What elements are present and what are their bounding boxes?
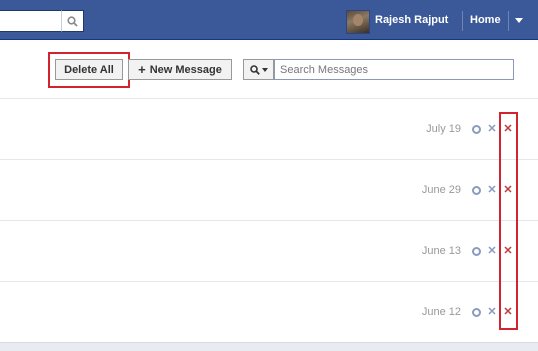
message-date: June 29 [421, 184, 461, 196]
list-divider [0, 159, 538, 160]
list-divider [0, 98, 538, 99]
top-navigation-bar: Rajesh Rajput Home [0, 0, 538, 40]
highlight-delete-column [499, 112, 518, 330]
list-divider [0, 281, 538, 282]
new-message-label: New Message [149, 63, 222, 76]
mark-read-icon[interactable] [472, 125, 481, 134]
account-menu-arrow-icon[interactable] [515, 18, 523, 23]
archive-icon[interactable]: ✕ [487, 246, 497, 257]
nav-divider [508, 11, 509, 31]
highlight-delete-all [48, 52, 130, 88]
search-icon [67, 15, 78, 27]
mark-read-icon[interactable] [472, 186, 481, 195]
search-icon [249, 64, 260, 75]
list-divider [0, 220, 538, 221]
search-button[interactable] [61, 10, 84, 32]
archive-icon[interactable]: ✕ [487, 124, 497, 135]
nav-divider [462, 11, 463, 31]
archive-icon[interactable]: ✕ [487, 307, 497, 318]
search-filter-dropdown[interactable] [243, 59, 274, 80]
message-date: July 19 [426, 123, 461, 135]
global-search-input[interactable] [0, 10, 62, 32]
home-link[interactable]: Home [470, 14, 501, 26]
plus-icon: + [138, 62, 146, 77]
chevron-down-icon [261, 67, 268, 72]
avatar[interactable] [346, 10, 370, 34]
archive-icon[interactable]: ✕ [487, 185, 497, 196]
mark-read-icon[interactable] [472, 247, 481, 256]
new-message-button[interactable]: + New Message [128, 59, 232, 80]
profile-name-link[interactable]: Rajesh Rajput [375, 14, 448, 26]
mark-read-icon[interactable] [472, 308, 481, 317]
message-date: June 13 [421, 245, 461, 257]
search-messages-input[interactable]: Search Messages [274, 59, 514, 80]
message-date: June 12 [421, 306, 461, 318]
